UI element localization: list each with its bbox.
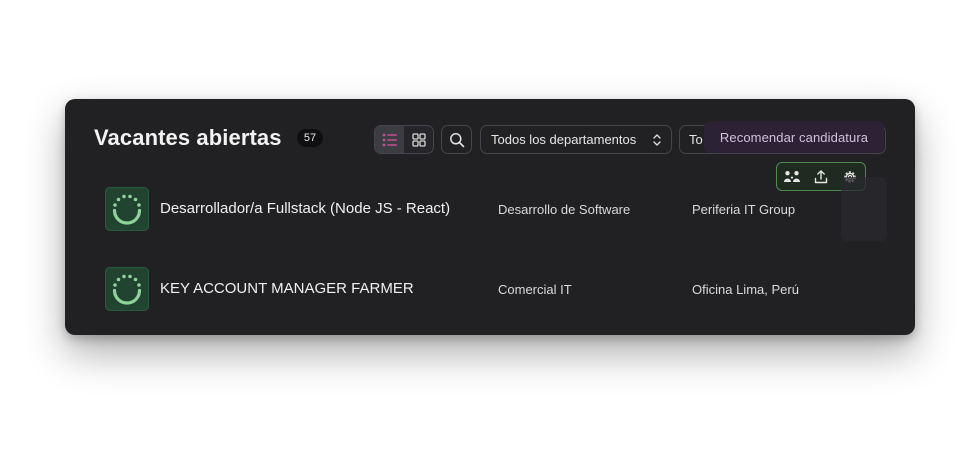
list-icon: [382, 133, 397, 146]
loading-ring-logo-icon: [112, 194, 142, 225]
job-location: Periferia IT Group: [692, 202, 796, 217]
vacancy-count-badge: 57: [297, 129, 323, 147]
search-button[interactable]: [441, 125, 472, 154]
department-select-value: Todos los departamentos: [491, 132, 637, 147]
recommend-tooltip: Recomendar candidatura: [704, 121, 884, 153]
job-department: Desarrollo de Software: [498, 202, 631, 217]
search-icon: [449, 132, 464, 147]
job-row[interactable]: Desarrollador/a Fullstack (Node JS - Rea…: [65, 175, 915, 245]
job-location: Oficina Lima, Perú: [692, 282, 799, 297]
vacancies-panel: Vacantes abiertas 57 Todos los departame…: [65, 99, 915, 335]
view-toggle: [374, 125, 434, 154]
grid-view-button[interactable]: [404, 126, 433, 153]
job-title[interactable]: Desarrollador/a Fullstack (Node JS - Rea…: [160, 200, 450, 217]
department-select[interactable]: Todos los departamentos: [480, 125, 672, 154]
grid-icon: [411, 132, 426, 147]
company-logo: [105, 267, 149, 311]
job-title[interactable]: KEY ACCOUNT MANAGER FARMER: [160, 280, 414, 297]
page-background: Vacantes abiertas 57 Todos los departame…: [0, 0, 980, 450]
list-view-button[interactable]: [375, 126, 404, 153]
chevron-updown-icon: [653, 134, 661, 146]
secondary-filter-value: To: [689, 132, 703, 147]
company-logo: [105, 187, 149, 231]
page-title: Vacantes abiertas: [94, 125, 282, 150]
job-department: Comercial IT: [498, 282, 572, 297]
loading-ring-logo-icon: [112, 274, 142, 305]
job-row[interactable]: KEY ACCOUNT MANAGER FARMER Comercial IT …: [65, 255, 915, 325]
